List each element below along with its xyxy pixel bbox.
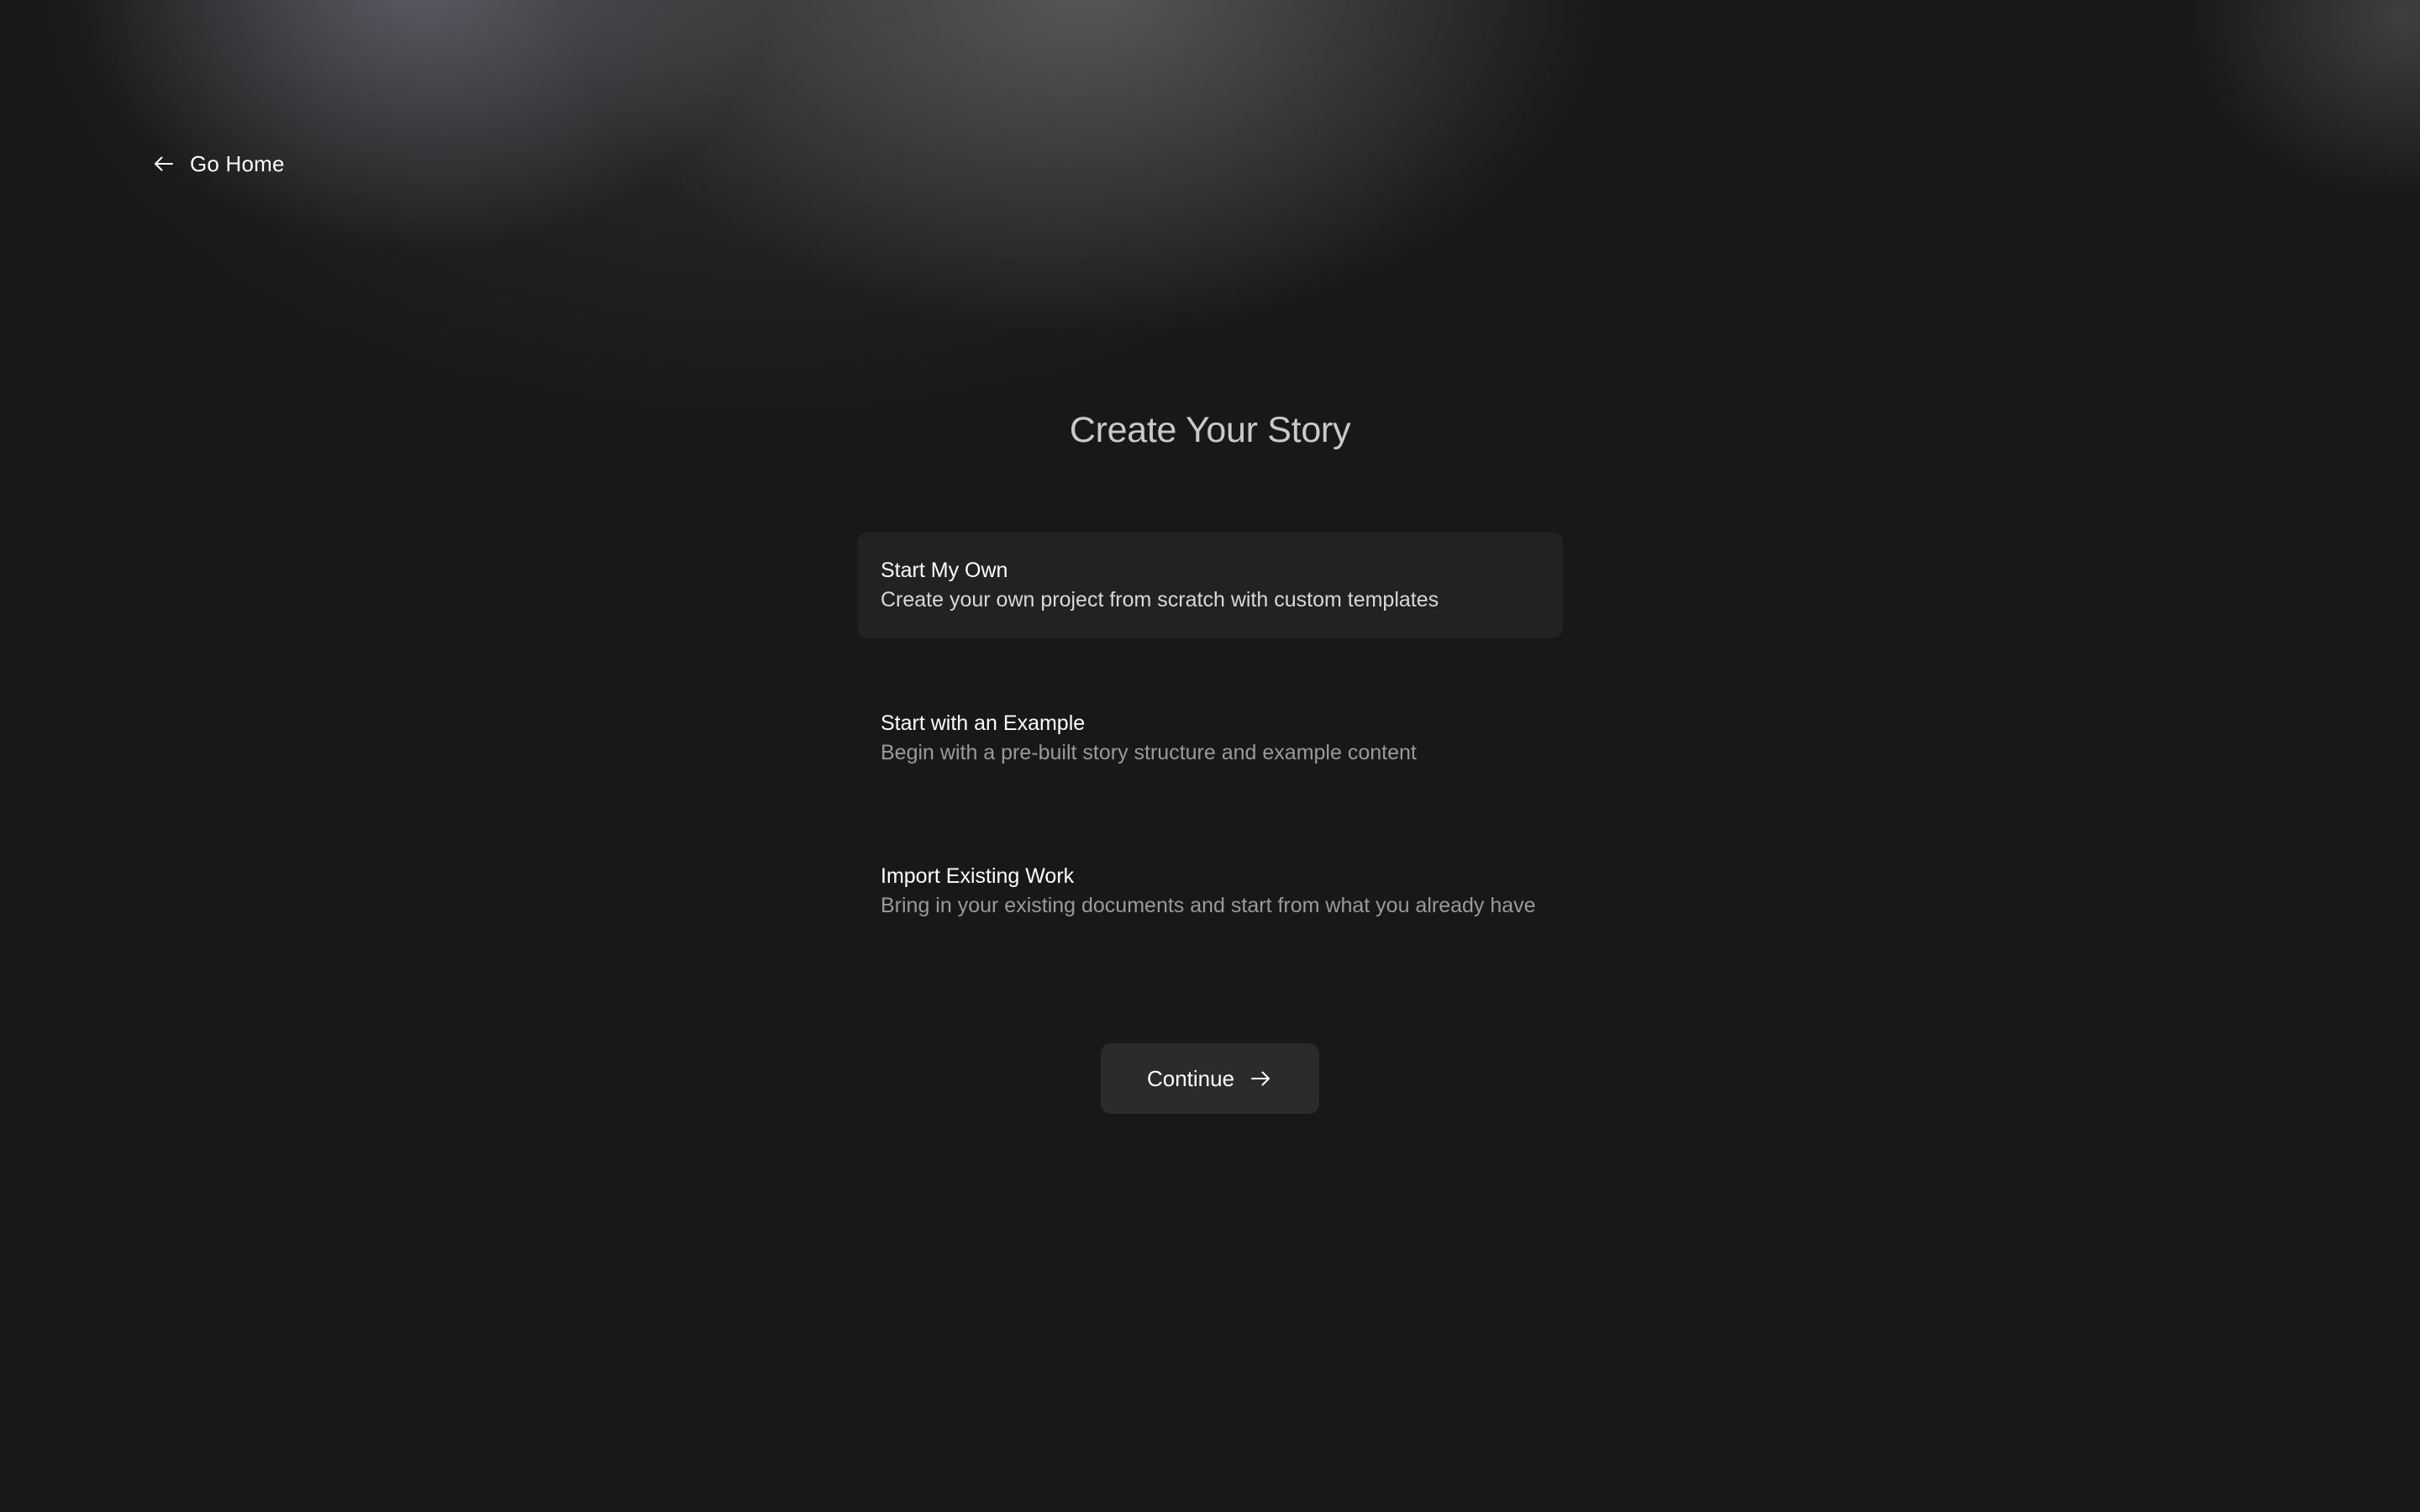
option-start-with-example[interactable]: Start with an Example Begin with a pre-b… — [857, 685, 1563, 791]
continue-label: Continue — [1146, 1065, 1235, 1091]
option-description: Begin with a pre-built story structure a… — [881, 741, 1417, 764]
story-options-list: Start My Own Create your own project fro… — [857, 533, 1563, 991]
option-title: Start My Own — [881, 559, 1008, 582]
arrow-right-icon — [1248, 1066, 1273, 1091]
go-home-label: Go Home — [190, 150, 285, 176]
option-start-my-own[interactable]: Start My Own Create your own project fro… — [857, 533, 1563, 638]
go-home-link[interactable]: Go Home — [151, 146, 285, 181]
option-description: Create your own project from scratch wit… — [881, 588, 1439, 612]
option-title: Start with an Example — [881, 711, 1086, 735]
arrow-left-icon — [151, 151, 176, 176]
continue-button[interactable]: Continue — [1101, 1043, 1319, 1114]
option-import-existing-work[interactable]: Import Existing Work Bring in your exist… — [857, 838, 1563, 944]
option-description: Bring in your existing documents and sta… — [881, 894, 1536, 917]
option-title: Import Existing Work — [881, 864, 1075, 888]
page-title: Create Your Story — [1069, 410, 1351, 450]
